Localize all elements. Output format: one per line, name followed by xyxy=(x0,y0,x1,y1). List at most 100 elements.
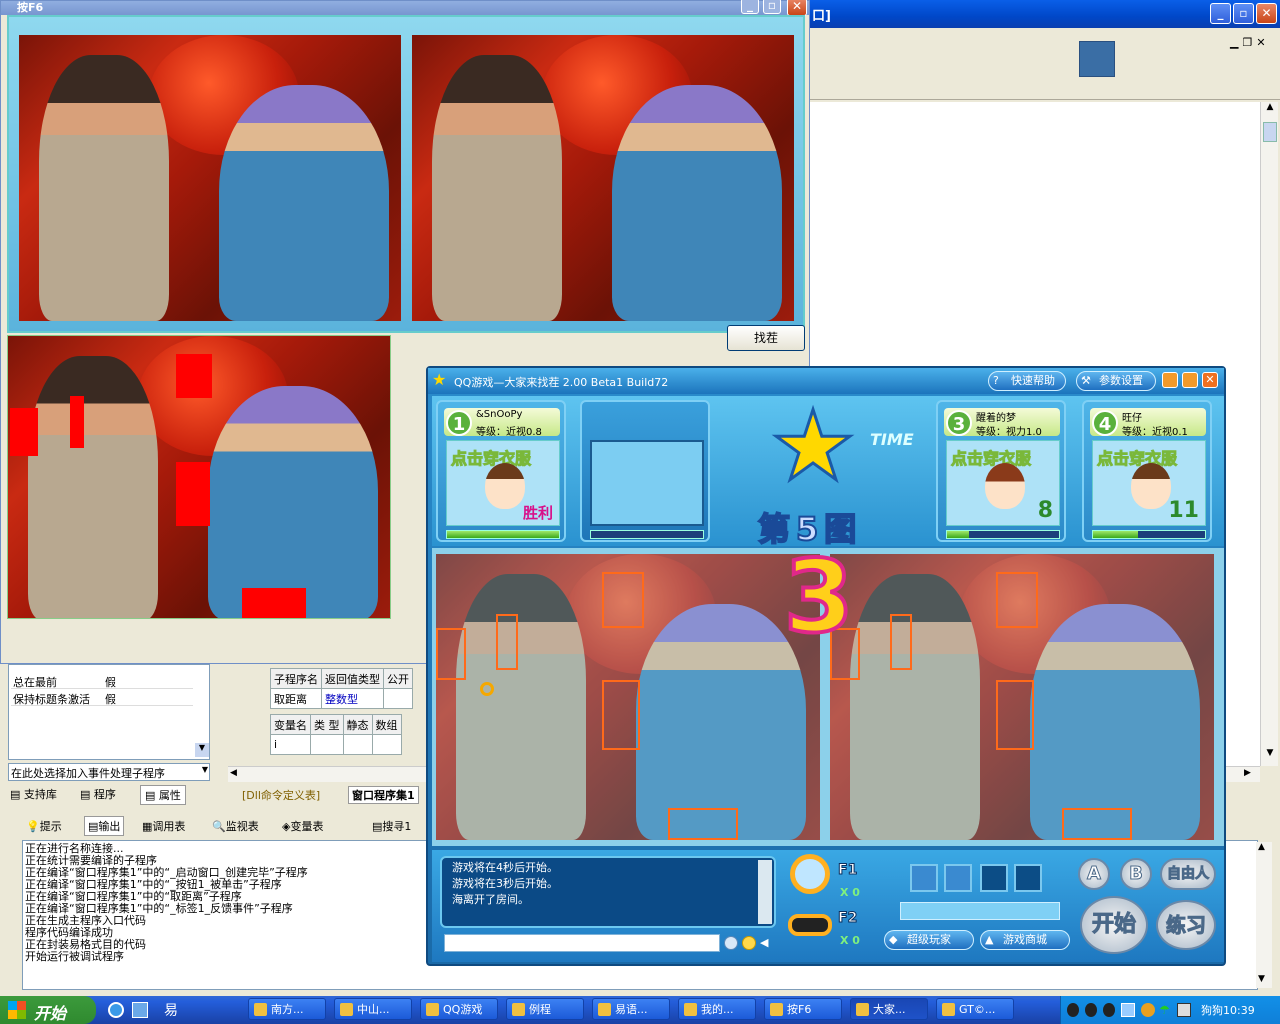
prop-scroll-down-icon[interactable]: ▼ xyxy=(195,743,209,757)
tray-app-icon[interactable] xyxy=(1177,1003,1191,1017)
chat-scrollbar[interactable] xyxy=(758,860,772,924)
minimize-button[interactable]: _ xyxy=(1210,3,1231,24)
tray-qq-icon[interactable] xyxy=(1085,1003,1097,1017)
tab-watch[interactable]: 🔍监视表 xyxy=(212,818,259,834)
event-select[interactable]: 在此处选择加入事件处理子程序 ▼ xyxy=(8,763,210,781)
taskbar-item[interactable]: 大家... xyxy=(850,998,928,1020)
chat-input[interactable] xyxy=(444,934,720,952)
scroll-down-icon[interactable]: ▼ xyxy=(1262,748,1278,764)
helper-close-button[interactable]: ✕ xyxy=(787,0,807,16)
tab-properties[interactable]: ▤ 属性 xyxy=(140,785,186,805)
quick-launch-ie-icon[interactable] xyxy=(108,1002,124,1018)
item-slot-empty[interactable] xyxy=(980,864,1008,892)
taskbar-item[interactable]: GT©... xyxy=(936,998,1014,1020)
output-vscroll[interactable]: ▲ ▼ xyxy=(1256,842,1272,988)
tab-call-table[interactable]: ▦调用表 xyxy=(142,818,185,834)
sub-type-cell[interactable]: 整数型 xyxy=(321,688,384,709)
quick-help-button[interactable]: ? 快速帮助 xyxy=(988,371,1066,391)
var-type-cell[interactable] xyxy=(310,734,344,755)
empty-seat xyxy=(590,440,704,526)
tab-dll-commands[interactable]: [Dll命令定义表] xyxy=(242,787,320,803)
tab-output[interactable]: ▤输出 xyxy=(84,816,125,836)
tab-program[interactable]: ▤ 程序 xyxy=(80,786,116,802)
tab-support-lib[interactable]: ▤ 支持库 xyxy=(10,786,57,802)
game-maximize-button[interactable] xyxy=(1182,372,1198,388)
var-array-cell[interactable] xyxy=(371,734,402,755)
f1-count: X 0 xyxy=(840,886,860,899)
tray-qq-icon[interactable] xyxy=(1067,1003,1079,1017)
tray-network-icon[interactable] xyxy=(1121,1003,1135,1017)
player-slot-1[interactable]: 1 &SnOoPy 等级：近视0.8 点击穿衣服 胜利 xyxy=(436,400,566,542)
taskbar-item[interactable]: QQ游戏 xyxy=(420,998,498,1020)
settings-button[interactable]: ⚒ 参数设置 xyxy=(1076,371,1156,391)
tab-window-assembly[interactable]: 窗口程序集1 xyxy=(348,786,419,804)
item-slot-goggles[interactable] xyxy=(944,864,972,892)
close-button[interactable]: ✕ xyxy=(1256,3,1277,24)
quick-launch-easy-icon[interactable]: 易 xyxy=(164,1000,186,1020)
tab-search[interactable]: ▤搜寻1 xyxy=(372,818,411,834)
scroll-up-icon[interactable]: ▲ xyxy=(1258,842,1265,852)
quick-help-label: 快速帮助 xyxy=(1011,374,1055,387)
taskbar-item[interactable]: 按F6 xyxy=(764,998,842,1020)
captured-left-image xyxy=(19,35,401,321)
chevron-down-icon[interactable]: ▼ xyxy=(202,765,208,774)
tray-app-icon[interactable] xyxy=(1141,1003,1155,1017)
practice-button[interactable]: 练习 xyxy=(1156,900,1216,950)
speaker-icon[interactable]: ◀ xyxy=(760,936,772,950)
b-button[interactable]: B xyxy=(1120,858,1152,890)
emoji-icon[interactable] xyxy=(742,936,756,950)
scroll-left-icon[interactable]: ◀ xyxy=(230,768,237,778)
game-minimize-button[interactable] xyxy=(1162,372,1178,388)
sub-public-cell[interactable] xyxy=(383,688,413,709)
prop-name: 总在最前 xyxy=(13,676,57,689)
tab-hint[interactable]: 💡提示 xyxy=(26,818,62,834)
taskbar-item[interactable]: 易语... xyxy=(592,998,670,1020)
player-name: &SnOoPy xyxy=(476,409,523,420)
quick-launch-app-icon[interactable] xyxy=(132,1002,148,1018)
difference-box xyxy=(668,808,738,840)
tray-umbrella-icon[interactable]: ☂ xyxy=(1159,1003,1173,1017)
scroll-up-icon[interactable]: ▲ xyxy=(1262,102,1278,118)
tab-variables[interactable]: ◈变量表 xyxy=(282,818,323,834)
scroll-down-icon[interactable]: ▼ xyxy=(1258,974,1265,984)
player-slot-4[interactable]: 4 旺仔 等级：近视0.1 点击穿衣服 11 xyxy=(1082,400,1212,542)
diff-mark xyxy=(176,354,212,398)
var-static-cell[interactable] xyxy=(342,734,373,755)
prop-row[interactable]: 保持标题条激活 假 xyxy=(11,690,193,706)
sub-name-cell[interactable]: 取距离 xyxy=(270,688,322,709)
goggles-icon[interactable] xyxy=(788,914,832,936)
var-name-cell[interactable]: i xyxy=(270,734,311,755)
free-person-button[interactable]: 自由人 xyxy=(1160,858,1216,890)
taskbar-item[interactable]: 例程 xyxy=(506,998,584,1020)
taskbar-item[interactable]: 我的... xyxy=(678,998,756,1020)
item-slot-magnifier[interactable] xyxy=(910,864,938,892)
game-title: QQ游戏—大家来找茬 2.00 Beta1 Build72 xyxy=(454,376,669,389)
maximize-button[interactable]: ▫ xyxy=(1233,3,1254,24)
tab-label: 程序 xyxy=(93,788,116,801)
player-slot-3[interactable]: 3 醒着的梦 等级：视力1.0 点击穿衣服 8 xyxy=(936,400,1066,542)
start-button[interactable]: 开始 xyxy=(0,996,96,1024)
prop-row[interactable]: 总在最前 假 xyxy=(11,673,193,689)
player-level: 等级：近视0.1 xyxy=(1122,427,1188,438)
game-close-button[interactable]: ✕ xyxy=(1202,372,1218,388)
a-button[interactable]: A xyxy=(1078,858,1110,890)
magnifier-icon[interactable] xyxy=(790,854,830,894)
start-button[interactable]: 开始 xyxy=(1080,896,1148,954)
super-player-button[interactable]: ◆ 超级玩家 xyxy=(884,930,974,950)
scroll-right-icon[interactable]: ▶ xyxy=(1244,768,1251,778)
output-tabs: 💡提示 ▤输出 ▦调用表 🔍监视表 ◈变量表 ▤搜寻1 xyxy=(22,816,432,836)
editor-vscroll[interactable]: ▲ ▼ xyxy=(1260,102,1278,766)
item-slot-empty[interactable] xyxy=(1014,864,1042,892)
taskbar-item[interactable]: 南方... xyxy=(248,998,326,1020)
tray-qq-icon[interactable] xyxy=(1103,1003,1115,1017)
player-slot-2-empty[interactable] xyxy=(580,400,710,542)
helper-maximize-button[interactable]: ▫ xyxy=(763,0,781,14)
dress-hint: 点击穿衣服 xyxy=(450,449,532,469)
col-header: 静态 xyxy=(342,714,373,735)
taskbar-item[interactable]: 中山... xyxy=(334,998,412,1020)
shop-button[interactable]: ▲ 游戏商城 xyxy=(980,930,1070,950)
send-icon[interactable] xyxy=(724,936,738,950)
find-button[interactable]: 找茬 xyxy=(727,325,805,351)
helper-minimize-button[interactable]: _ xyxy=(741,0,759,14)
scroll-thumb[interactable] xyxy=(1263,122,1277,142)
